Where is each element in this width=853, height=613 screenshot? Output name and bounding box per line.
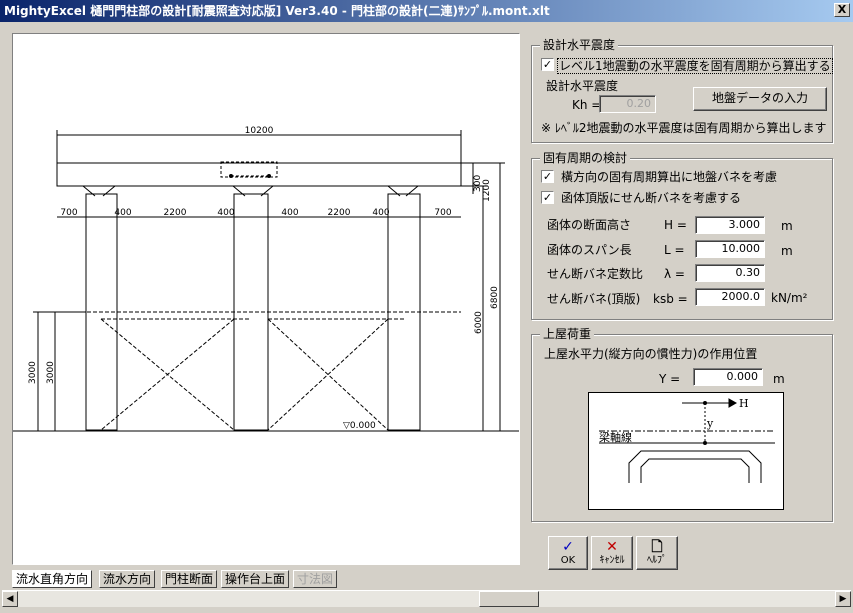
ksb-unit: kN/m²	[771, 291, 808, 305]
seismic-group-title: 設計水平震度	[540, 38, 619, 52]
check-icon: ✓	[562, 539, 574, 555]
window-title: MightyExcel 樋門門柱部の設計[耐震照査対応版] Ver3.40 - …	[4, 4, 550, 18]
dim-column-height: 6000	[474, 311, 484, 334]
height-symbol: H =	[664, 218, 687, 232]
level2-note: ※ ﾚﾍﾞﾙ2地震動の水平震度は固有周期から算出します	[541, 121, 827, 135]
y-field[interactable]: 0.000	[693, 368, 763, 386]
ok-label: OK	[560, 555, 576, 566]
spring-ratio-symbol: λ =	[664, 267, 685, 281]
level1-checkbox-label[interactable]: レベル1地震動の水平震度を固有周期から算出する	[557, 58, 833, 74]
dim-lower-b: 3000	[46, 361, 56, 384]
spring-ratio-field[interactable]: 0.30	[695, 264, 765, 282]
dim-total-height: 6800	[490, 286, 500, 309]
dim-8: 700	[434, 208, 451, 218]
shear-spring-value-label: せん断バネ(頂版)	[547, 292, 641, 306]
dim-lower-a: 3000	[28, 361, 38, 384]
height-unit: m	[781, 219, 793, 233]
horizontal-scrollbar[interactable]: ◀ ▶	[2, 590, 851, 607]
frame-drawing: 10200 700 400 2200 400 400 2200 400 700 …	[13, 126, 519, 432]
y-label: Y =	[659, 372, 681, 386]
diagram-h-label: H	[739, 397, 749, 410]
tab-flow-direction[interactable]: 流水方向	[99, 570, 156, 588]
ground-spring-checkbox[interactable]: ✓	[541, 170, 554, 183]
level1-checkbox[interactable]: ✓	[541, 58, 554, 71]
tab-perpendicular[interactable]: 流水直角方向	[12, 570, 93, 588]
upper-load-desc: 上屋水平力(縦方向の慣性力)の作用位置	[544, 347, 758, 361]
scroll-thumb[interactable]	[479, 591, 539, 607]
dim-total-width: 10200	[245, 126, 274, 136]
dim-4: 400	[217, 208, 234, 218]
shear-spring-checkbox[interactable]: ✓	[541, 191, 554, 204]
dim-beam-depth-b: 1200	[482, 179, 492, 202]
dim-1: 700	[60, 208, 77, 218]
diagram-axis-label: 梁軸線	[599, 430, 632, 444]
kh-section-label: 設計水平震度	[546, 79, 619, 93]
scroll-left-button[interactable]: ◀	[2, 591, 18, 607]
cancel-button[interactable]: ✕ ｷｬﾝｾﾙ	[591, 536, 633, 570]
ksb-field[interactable]: 2000.0	[695, 288, 765, 306]
span-unit: m	[781, 244, 793, 258]
spring-ratio-label: せん断バネ定数比	[547, 267, 644, 281]
dim-3: 2200	[164, 208, 187, 218]
dim-5: 400	[281, 208, 298, 218]
upper-load-group-title: 上屋荷重	[540, 327, 595, 341]
cancel-label: ｷｬﾝｾﾙ	[599, 555, 625, 566]
dim-7: 400	[372, 208, 389, 218]
help-button[interactable]: 🗋 ﾍﾙﾌﾟ	[636, 536, 678, 570]
document-icon: 🗋	[651, 539, 663, 555]
scroll-right-button[interactable]: ▶	[835, 591, 851, 607]
ground-spring-label[interactable]: 橫方向の固有周期算出に地盤バネを考慮	[561, 170, 777, 184]
cross-icon: ✕	[606, 539, 618, 555]
height-label: 函体の断面高さ	[547, 218, 632, 232]
tab-dimension-drawing[interactable]: 寸法図	[293, 570, 338, 588]
y-unit: m	[773, 372, 785, 386]
beam	[56, 162, 462, 187]
ksb-symbol: ksb =	[653, 292, 688, 306]
shear-spring-label[interactable]: 函体頂版にせん断バネを考慮する	[561, 191, 741, 205]
period-group-title: 固有周期の検討	[540, 151, 631, 165]
ground-data-button[interactable]: 地盤データの入力	[693, 87, 827, 111]
tab-column-section[interactable]: 門柱断面	[161, 570, 218, 588]
load-position-diagram: H y 梁軸線	[588, 392, 784, 510]
span-field[interactable]: 10.000	[695, 240, 765, 258]
ok-button[interactable]: ✓ OK	[548, 536, 588, 570]
kh-field[interactable]: 0.20	[599, 95, 656, 113]
height-field[interactable]: 3.000	[695, 216, 765, 234]
column-right	[387, 193, 421, 431]
tab-platform-top[interactable]: 操作台上面	[221, 570, 290, 588]
title-bar: MightyExcel 樋門門柱部の設計[耐震照査対応版] Ver3.40 - …	[0, 0, 853, 22]
span-symbol: L =	[664, 243, 685, 257]
level-label: ▽0.000	[343, 421, 376, 431]
dim-6: 2200	[328, 208, 351, 218]
close-button[interactable]: X	[834, 3, 850, 17]
span-label: 函体のスパン長	[547, 243, 632, 257]
kh-label: Kh =	[572, 98, 602, 112]
drawing-canvas: 10200 700 400 2200 400 400 2200 400 700 …	[12, 33, 520, 565]
help-label: ﾍﾙﾌﾟ	[647, 555, 667, 566]
diagram-y-label: y	[706, 417, 714, 430]
dim-2: 400	[114, 208, 131, 218]
